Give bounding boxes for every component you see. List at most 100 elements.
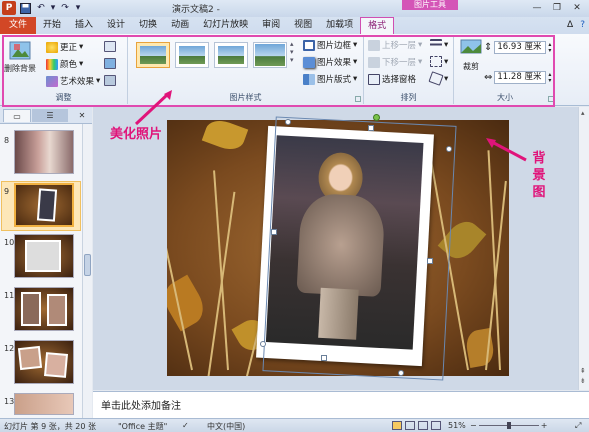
slide-thumb-9[interactable] — [14, 183, 74, 227]
annotation-background-image: 背 景 图 — [532, 151, 546, 200]
tab-review[interactable]: 审阅 — [255, 17, 287, 34]
customize-qat-icon[interactable]: ▾ — [74, 1, 82, 15]
picture-effects-button[interactable]: 图片效果 ▾ — [303, 56, 357, 68]
tab-format[interactable]: 格式 — [360, 17, 395, 34]
tab-file[interactable]: 文件 — [0, 17, 36, 34]
rotate-handle[interactable] — [373, 114, 380, 121]
undo-icon[interactable]: ↶ — [34, 1, 48, 15]
color-button[interactable]: 颜色 ▾ — [46, 58, 83, 70]
tab-slides[interactable]: ▭ — [3, 109, 31, 122]
resize-handle[interactable] — [271, 229, 277, 235]
styles-scroll[interactable]: ▴ ▾ ▾ — [290, 40, 294, 64]
size-launcher-icon[interactable] — [548, 96, 554, 102]
crop-button[interactable]: 裁剪 — [457, 39, 485, 72]
slide-thumb-10[interactable] — [14, 234, 74, 278]
slide-thumb-12[interactable] — [14, 340, 74, 384]
zoom-in-icon[interactable]: + — [541, 421, 548, 430]
picture-styles-launcher-icon[interactable] — [355, 96, 361, 102]
style-thumb-2[interactable] — [175, 42, 209, 68]
resize-handle[interactable] — [446, 146, 452, 152]
remove-background-button[interactable]: 删除背景 — [2, 40, 38, 74]
bring-forward-button[interactable]: 上移一层 ▾ — [368, 39, 422, 51]
selection-pane-button[interactable]: 选择窗格 — [368, 73, 416, 85]
reset-picture-icon[interactable] — [104, 75, 116, 86]
fit-window-icon[interactable]: ⤢ — [575, 421, 581, 431]
help-icon[interactable]: ? — [576, 17, 589, 34]
slide-thumb-13[interactable] — [14, 393, 74, 415]
resize-handle[interactable] — [398, 370, 404, 376]
style-thumb-4[interactable] — [253, 42, 287, 68]
change-picture-icon[interactable] — [104, 58, 116, 69]
language-label[interactable]: 中文(中国) — [207, 421, 245, 432]
color-icon — [46, 58, 58, 70]
tab-transitions[interactable]: 切换 — [132, 17, 164, 34]
picture-layout-button[interactable]: 图片版式 ▾ — [303, 73, 357, 85]
undo-dropdown-icon[interactable]: ▾ — [50, 1, 56, 15]
send-backward-button[interactable]: 下移一层 ▾ — [368, 56, 422, 68]
resize-handle[interactable] — [260, 341, 266, 347]
tab-animations[interactable]: 动画 — [164, 17, 196, 34]
color-label: 颜色 — [60, 60, 78, 70]
tab-home[interactable]: 开始 — [36, 17, 68, 34]
group-adjust: 删除背景 更正 ▾ 颜色 ▾ 艺术效果 ▾ 调整 — [0, 36, 128, 104]
height-spinner[interactable]: ▴ ▾ — [548, 41, 551, 54]
resize-handle[interactable] — [368, 125, 374, 131]
width-spinner[interactable]: ▴ ▾ — [548, 71, 551, 84]
normal-view-icon[interactable] — [392, 421, 402, 430]
height-unit: 厘米 — [524, 42, 542, 52]
tab-addins[interactable]: 加载项 — [319, 17, 360, 34]
reading-view-icon[interactable] — [418, 421, 428, 430]
tab-insert[interactable]: 插入 — [68, 17, 100, 34]
framed-photo[interactable] — [256, 125, 434, 367]
scroll-up-icon[interactable]: ▴ — [581, 109, 585, 117]
send-backward-label: 下移一层 — [382, 58, 417, 68]
slides-scroll-thumb[interactable] — [84, 254, 91, 276]
tab-outline[interactable]: ☰ — [32, 109, 68, 122]
compress-pictures-icon[interactable] — [104, 41, 116, 52]
resize-handle[interactable] — [321, 355, 327, 361]
style-thumb-1[interactable] — [136, 42, 170, 68]
slide-thumb-11[interactable] — [14, 287, 74, 331]
editor-scrollbar[interactable]: ▴ ⇞ ⇟ — [578, 107, 589, 390]
slide-sorter-icon[interactable] — [405, 421, 415, 430]
corrections-button[interactable]: 更正 ▾ — [46, 41, 83, 53]
notes-pane[interactable]: 单击此处添加备注 — [93, 391, 589, 418]
picture-border-button[interactable]: 图片边框 ▾ — [303, 39, 357, 51]
align-icon[interactable]: ▾ — [430, 39, 448, 50]
resize-handle[interactable] — [427, 258, 433, 264]
remove-background-label: 删除背景 — [4, 64, 36, 73]
zoom-level[interactable]: 51% — [448, 421, 466, 430]
close-icon[interactable]: ✕ — [567, 0, 587, 15]
redo-icon[interactable]: ↷ — [58, 1, 72, 15]
minimize-ribbon-icon[interactable]: ᐃ — [564, 17, 576, 34]
height-field[interactable]: ⇕ 16.93 厘米 ▴ ▾ — [484, 41, 551, 54]
send-backward-icon — [368, 56, 380, 68]
crop-label: 裁剪 — [463, 62, 479, 71]
next-slide-icon[interactable]: ⇟ — [580, 377, 586, 385]
restore-icon[interactable]: ❐ — [547, 0, 567, 15]
resize-handle[interactable] — [285, 119, 291, 125]
slideshow-icon[interactable] — [431, 421, 441, 430]
save-icon[interactable] — [18, 1, 32, 15]
minimize-icon[interactable]: — — [527, 0, 547, 15]
powerpoint-logo-icon[interactable]: P — [2, 1, 16, 15]
close-pane-icon[interactable]: ✕ — [76, 109, 88, 122]
style-thumb-3[interactable] — [214, 42, 248, 68]
artistic-effects-button[interactable]: 艺术效果 ▾ — [46, 75, 100, 87]
rotate-icon[interactable]: ▾ — [428, 71, 448, 86]
width-field[interactable]: ⇔ 11.28 厘米 ▴ ▾ — [484, 71, 551, 84]
height-value: 16.93 — [497, 42, 522, 52]
zoom-out-icon[interactable]: − — [470, 421, 477, 430]
tab-design[interactable]: 设计 — [100, 17, 132, 34]
theme-name[interactable]: "Office 主题" — [118, 421, 167, 432]
slides-scrollbar[interactable] — [82, 124, 92, 418]
width-unit: 厘米 — [524, 72, 542, 82]
tab-view[interactable]: 视图 — [287, 17, 319, 34]
zoom-slider[interactable]: − + — [470, 421, 547, 430]
prev-slide-icon[interactable]: ⇞ — [580, 367, 586, 375]
tab-slideshow[interactable]: 幻灯片放映 — [196, 17, 255, 34]
spellcheck-icon[interactable]: ✓ — [182, 421, 189, 430]
corrections-icon — [46, 41, 58, 53]
group-objects-icon[interactable]: ▾ — [430, 56, 448, 67]
slide-thumb-8[interactable] — [14, 130, 74, 174]
